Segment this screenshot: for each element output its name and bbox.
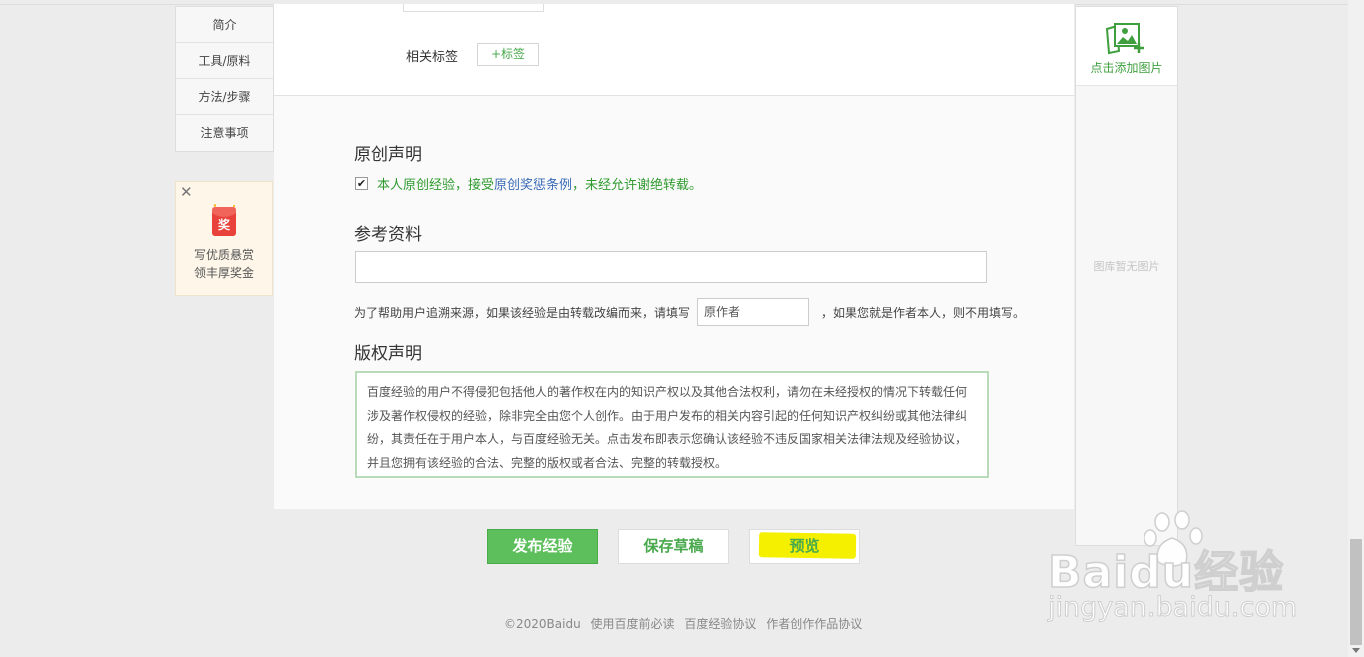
reward-promo-card[interactable]: ✕ 奖 写优质悬赏 领丰厚奖金 (175, 181, 273, 296)
original-author-input[interactable]: 原作者 (697, 298, 809, 326)
save-draft-button[interactable]: 保存草稿 (618, 529, 729, 564)
add-image-label: 点击添加图片 (1090, 61, 1163, 75)
copyright-statement: 百度经验的用户不得侵犯包括他人的著作权在内的知识产权以及其他合法权利，请勿在未经… (355, 371, 989, 478)
reward-badge: 奖 (218, 217, 231, 232)
footer-link-author-agreement[interactable]: 作者创作作品协议 (766, 617, 862, 631)
footer-link-agreement[interactable]: 百度经验协议 (684, 617, 756, 631)
empty-library-text: 图库暂无图片 (1093, 260, 1160, 273)
footer-link-read-first[interactable]: 使用百度前必读 (591, 617, 675, 631)
original-declaration-row: ✔ 本人原创经验，接受 原创奖惩条例 ，未经允许谢绝转载。 (355, 174, 702, 193)
watermark-url: jingyan.baidu.com (1047, 592, 1298, 624)
previous-input-field[interactable] (403, 4, 544, 12)
scroll-down-icon[interactable] (1352, 648, 1360, 653)
red-envelope-icon: 奖 (212, 204, 236, 236)
page-scrollbar[interactable] (1348, 0, 1364, 657)
tags-label: 相关标签 (406, 50, 459, 65)
nav-item-tools[interactable]: 工具/原料 (176, 43, 273, 79)
original-declaration-title: 原创声明 (354, 145, 422, 165)
step-navigation: 简介 工具/原料 方法/步骤 注意事项 (175, 6, 274, 152)
add-image-icon (1105, 23, 1144, 55)
tags-section: 相关标签 +标签 (274, 4, 1074, 96)
original-checkbox[interactable]: ✔ (355, 177, 368, 190)
add-tag-button[interactable]: +标签 (477, 43, 539, 66)
reference-hint-before: 为了帮助用户追溯来源，如果该经验是由转载改编而来，请填写 (354, 306, 691, 320)
original-text-after: ，未经允许谢绝转载。 (572, 178, 703, 193)
scrollbar-thumb[interactable] (1350, 539, 1362, 645)
reference-hint-after: ，如果您就是作者本人，则不用填写。 (821, 306, 1026, 320)
image-library-panel: 点击添加图片 图库暂无图片 (1075, 6, 1178, 546)
add-image-button[interactable]: 点击添加图片 (1076, 7, 1177, 86)
nav-item-notes[interactable]: 注意事项 (176, 115, 273, 151)
publish-button[interactable]: 发布经验 (487, 529, 598, 564)
copyright-title: 版权声明 (354, 344, 422, 364)
footer-copyright: ©2020Baidu (504, 617, 581, 631)
original-text-before: 本人原创经验，接受 (377, 178, 495, 193)
close-icon[interactable]: ✕ (180, 183, 193, 201)
footer: ©2020Baidu 使用百度前必读 百度经验协议 作者创作作品协议 (504, 615, 862, 632)
nav-item-intro[interactable]: 简介 (176, 7, 273, 43)
reference-title: 参考资料 (354, 225, 422, 245)
reward-rules-link[interactable]: 原创奖惩条例 (494, 174, 572, 193)
promo-line-2: 领丰厚奖金 (193, 266, 254, 280)
preview-label-overlay: 预览 (789, 537, 820, 555)
reference-textarea[interactable] (355, 251, 987, 283)
nav-item-steps[interactable]: 方法/步骤 (176, 79, 273, 115)
promo-line-1: 写优质悬赏 (193, 248, 254, 262)
edit-form-panel: 相关标签 +标签 原创声明 ✔ 本人原创经验，接受 原创奖惩条例 ，未经允许谢绝转载… (274, 4, 1074, 509)
